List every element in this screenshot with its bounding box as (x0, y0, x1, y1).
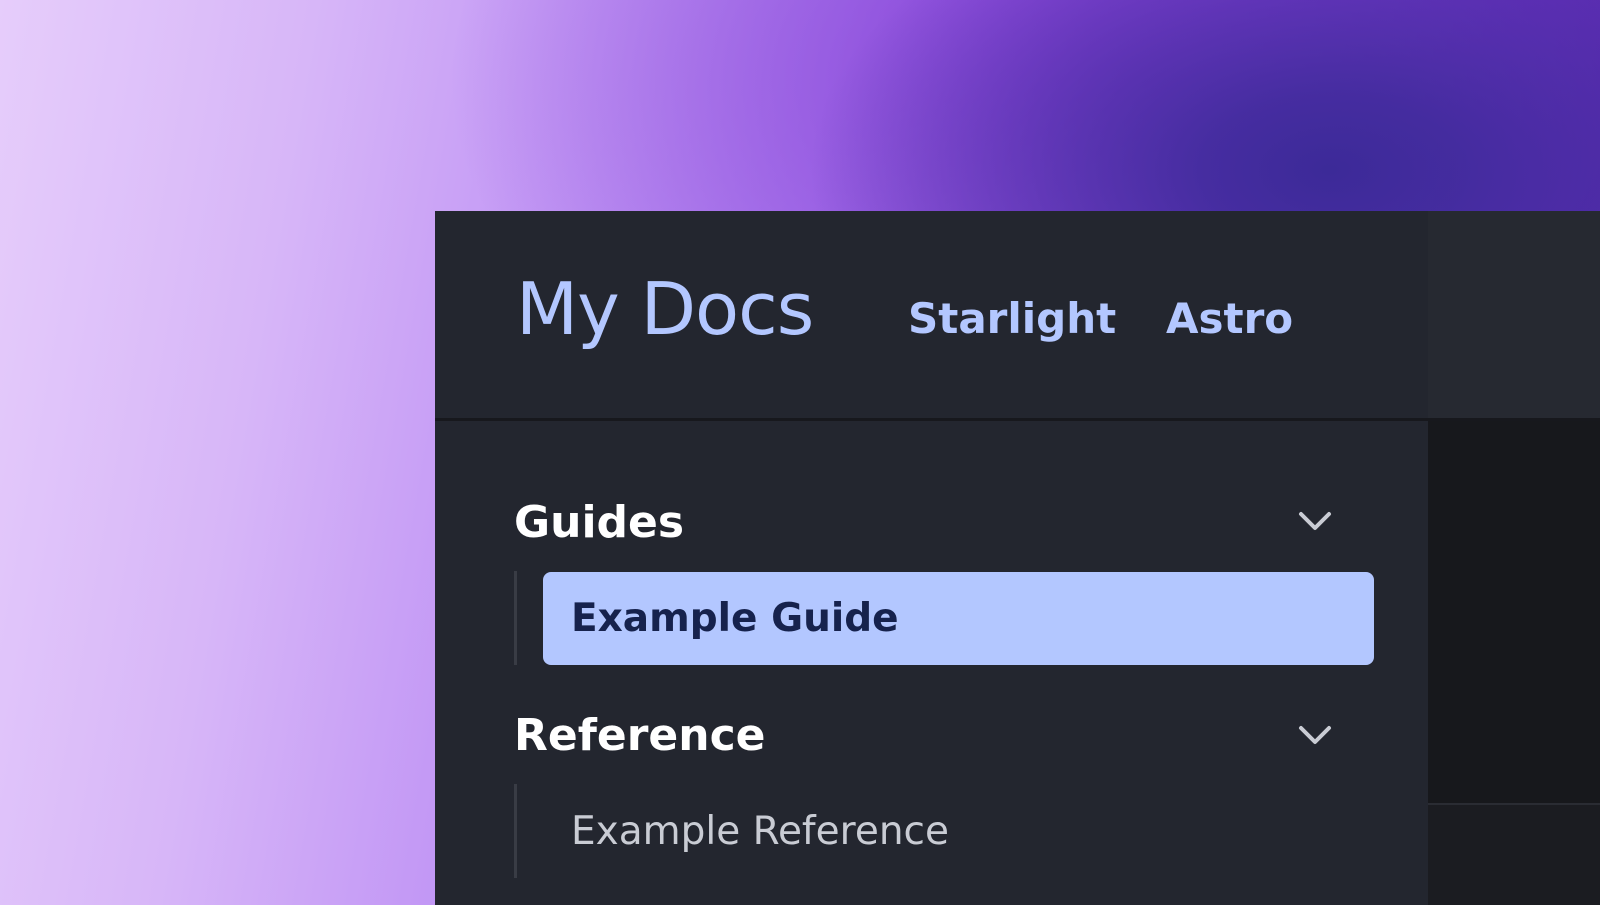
sidebar-group-guides-heading[interactable]: Guides (514, 501, 684, 545)
chevron-down-icon[interactable] (1297, 509, 1333, 533)
content-lower-panel (1428, 805, 1600, 905)
nav-link-starlight[interactable]: Starlight (908, 298, 1116, 340)
site-header: My Docs Starlight Astro (435, 211, 1600, 421)
sidebar-item-example-reference[interactable]: Example Reference (543, 785, 1374, 878)
main-content-area (1428, 421, 1600, 905)
sidebar-group-guides-line (514, 571, 517, 665)
sidebar-group-reference-line (514, 784, 517, 878)
site-title-link[interactable]: My Docs (516, 273, 814, 345)
sidebar-item-label: Example Reference (571, 809, 949, 854)
nav-link-astro[interactable]: Astro (1166, 298, 1293, 340)
sidebar-item-example-guide[interactable]: Example Guide (543, 572, 1374, 665)
sidebar-item-label: Example Guide (571, 596, 899, 641)
sidebar-group-reference-heading[interactable]: Reference (514, 714, 766, 758)
docs-window: My Docs Starlight Astro Guides Example G… (435, 211, 1600, 905)
header-right-panel (1428, 211, 1600, 418)
chevron-down-icon[interactable] (1297, 723, 1333, 747)
sidebar: Guides Example Guide Reference Example R… (435, 421, 1428, 905)
